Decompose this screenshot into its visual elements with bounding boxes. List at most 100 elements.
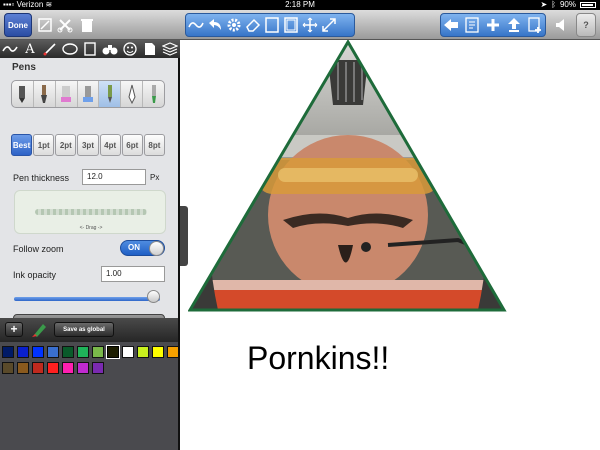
speaker-icon[interactable] [554,16,572,34]
pen-tool-panel: A Pens Best 1pt 2pt 3pt 4pt 6pt 8pt Pen … [0,40,180,450]
location-icon: ➤ [540,0,548,9]
bluetooth-icon: ᛒ [551,0,556,9]
color-swatch[interactable] [17,346,29,358]
triangle-photo[interactable] [188,40,600,330]
pen-preview[interactable]: <- Drag -> [14,190,166,234]
done-button[interactable]: Done [4,13,32,37]
status-right: ➤ ᛒ 90% [540,0,596,10]
size-3pt-button[interactable]: 3pt [77,134,99,156]
color-swatch[interactable] [17,362,29,374]
preview-stroke [35,209,147,215]
color-swatch[interactable] [92,362,104,374]
color-swatch[interactable] [106,345,120,359]
color-swatch[interactable] [137,346,149,358]
ellipse-tab[interactable] [60,40,80,58]
color-swatch[interactable] [62,362,74,374]
pen-bottom-bar: + Save as global [0,318,178,342]
drag-hint: <- Drag -> [79,225,103,231]
color-swatch[interactable] [32,362,44,374]
color-swatch[interactable] [92,346,104,358]
pen-size-selector: Best 1pt 2pt 3pt 4pt 6pt 8pt [11,134,165,156]
color-swatch[interactable] [47,346,59,358]
color-swatch[interactable] [122,346,134,358]
freehand-icon[interactable] [186,14,205,36]
color-swatch[interactable] [2,346,14,358]
fountain-pen-option[interactable] [121,81,144,107]
color-swatch[interactable] [77,346,89,358]
follow-zoom-label: Follow zoom [13,244,64,254]
caption-text[interactable]: Pornkins!! [247,340,389,377]
ink-opacity-label: Ink opacity [13,270,57,280]
smiley-tab[interactable] [120,40,140,58]
ink-opacity-slider[interactable] [14,297,160,301]
ink-opacity-input[interactable]: 1.00 [101,266,165,282]
help-button[interactable]: ? [576,13,596,37]
binoculars-tab[interactable] [100,40,120,58]
move-icon[interactable] [300,14,319,36]
highlighter-pen-option[interactable] [56,81,78,107]
size-8pt-button[interactable]: 8pt [143,134,165,156]
color-palette [0,342,179,450]
add-icon[interactable] [483,14,504,36]
battery-percent: 90% [559,0,576,9]
app-root: ▪▪▪▫ Verizon ≋ 2:18 PM ➤ ᛒ 90% Done ? A … [0,0,600,450]
color-swatch[interactable] [152,346,164,358]
size-4pt-button[interactable]: 4pt [99,134,121,156]
color-swatch[interactable] [77,362,89,374]
color-swatch[interactable] [167,346,179,358]
line-tab[interactable] [40,40,60,58]
edit-tool-group [185,13,355,37]
follow-zoom-toggle[interactable]: ON [120,240,165,256]
brush-pen-option[interactable] [34,81,56,107]
upload-icon[interactable] [503,14,524,36]
rectangle-tab[interactable] [80,40,100,58]
page-tab[interactable] [140,40,160,58]
tool-tabs: A [0,40,180,58]
page-number-icon[interactable] [462,14,483,36]
pen-thickness-label: Pen thickness [13,173,70,183]
ink-opacity-slider-knob[interactable] [147,290,160,303]
color-swatch[interactable] [47,362,59,374]
eraser-icon[interactable] [243,14,262,36]
pen-type-selector [11,80,165,108]
toggle-knob [149,241,164,256]
color-swatch[interactable] [32,346,44,358]
add-pen-button[interactable]: + [5,322,23,337]
main-toolbar: Done ? [0,10,600,40]
size-2pt-button[interactable]: 2pt [55,134,77,156]
broad-marker-pen-option[interactable] [78,81,100,107]
scissors-icon[interactable] [56,16,74,34]
pen-tab[interactable] [0,40,20,58]
battery-icon [580,2,596,8]
color-swatch[interactable] [2,362,14,374]
palette-row-2 [2,362,104,374]
image-icon[interactable] [36,16,54,34]
size-6pt-button[interactable]: 6pt [121,134,143,156]
back-arrow-icon[interactable] [441,14,462,36]
layers-tab[interactable] [160,40,180,58]
resize-icon[interactable] [319,14,338,36]
toggle-state-label: ON [128,243,140,252]
size-1pt-button[interactable]: 1pt [33,134,55,156]
size-best-button[interactable]: Best [11,134,33,156]
save-as-global-button[interactable]: Save as global [54,322,114,337]
pen-thickness-unit: Px [150,173,160,182]
page-icon[interactable] [262,14,281,36]
page-frame-icon[interactable] [281,14,300,36]
color-swatch[interactable] [62,346,74,358]
pen-color-icon[interactable] [31,322,49,338]
pens-title: Pens [12,62,36,73]
status-bar: ▪▪▪▫ Verizon ≋ 2:18 PM ➤ ᛒ 90% [0,0,600,10]
undo-icon[interactable] [205,14,224,36]
crayon-pen-option[interactable] [99,81,122,107]
clock: 2:18 PM [285,0,315,9]
panel-drag-handle[interactable] [180,206,188,266]
new-page-icon[interactable] [524,14,545,36]
calligraphy-pen-option[interactable] [143,81,164,107]
pen-thickness-input[interactable]: 12.0 [82,169,146,185]
drawing-canvas[interactable]: Pornkins!! [188,40,600,450]
marker-pen-option[interactable] [12,81,34,107]
text-tab[interactable]: A [20,40,40,58]
trash-icon[interactable] [78,16,96,34]
gear-icon[interactable] [224,14,243,36]
